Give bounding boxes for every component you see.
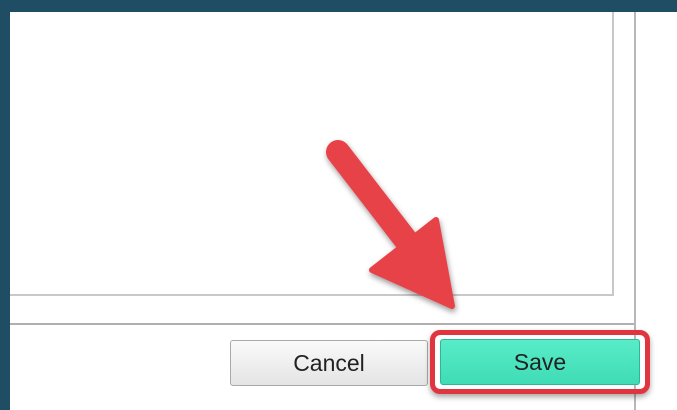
window-frame-top bbox=[0, 0, 677, 12]
screenshot-stage: Cancel Save bbox=[0, 0, 677, 410]
comment-textarea[interactable] bbox=[10, 12, 614, 296]
window-frame-left bbox=[0, 0, 10, 410]
footer-divider bbox=[10, 323, 634, 325]
save-button[interactable]: Save bbox=[440, 339, 640, 385]
cancel-button[interactable]: Cancel bbox=[230, 340, 428, 386]
